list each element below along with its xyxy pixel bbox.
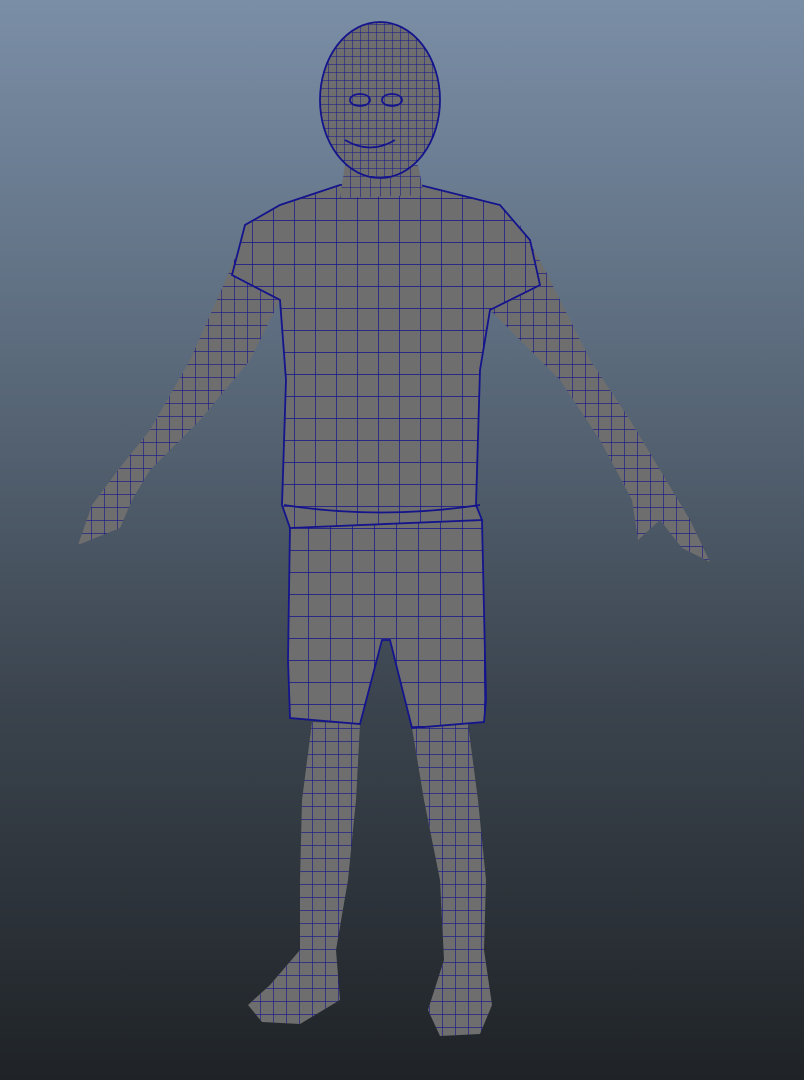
left-leg — [248, 722, 360, 1024]
right-leg — [412, 724, 492, 1036]
shirt — [230, 184, 542, 529]
character-mesh[interactable] — [0, 0, 804, 1080]
maya-3d-viewport[interactable] — [0, 0, 804, 1080]
head — [319, 21, 441, 179]
shorts — [287, 519, 487, 729]
